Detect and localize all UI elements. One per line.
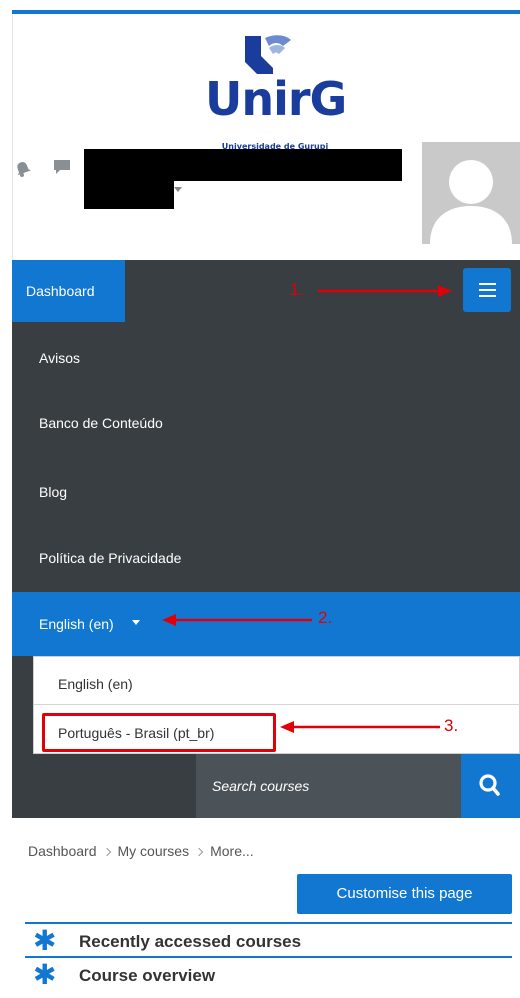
language-option-english[interactable]: English (en) bbox=[58, 674, 133, 694]
block-title-course-overview[interactable]: Course overview bbox=[79, 965, 215, 987]
breadcrumb-chevron-icon bbox=[102, 847, 111, 857]
menu-item-banco-de-conteudo[interactable]: Banco de Conteúdo bbox=[12, 413, 520, 475]
notification-bell-icon[interactable] bbox=[14, 160, 32, 178]
language-caret-icon[interactable] bbox=[132, 620, 140, 625]
left-divider bbox=[12, 14, 13, 260]
hamburger-menu-icon[interactable] bbox=[463, 268, 511, 312]
redacted-username bbox=[84, 149, 402, 181]
search-courses-input[interactable]: Search courses bbox=[196, 754, 461, 818]
asterisk-icon: ✱ bbox=[33, 925, 57, 956]
breadcrumb-my-courses[interactable]: My courses bbox=[118, 843, 190, 859]
annotation-step-1: 1. bbox=[290, 280, 305, 299]
breadcrumb-chevron-icon bbox=[194, 847, 204, 857]
logo-mark-icon bbox=[245, 35, 291, 74]
menu-item-blog[interactable]: Blog bbox=[12, 482, 520, 544]
messages-icon[interactable] bbox=[52, 158, 72, 176]
block-title-recent-courses[interactable]: Recently accessed courses bbox=[79, 931, 301, 953]
block-divider bbox=[25, 956, 512, 958]
nav-dashboard-link[interactable]: Dashboard bbox=[12, 260, 125, 322]
site-logo[interactable]: UnirG Universidade de Gurupi bbox=[205, 28, 347, 151]
user-avatar[interactable] bbox=[422, 142, 520, 244]
asterisk-icon: ✱ bbox=[33, 959, 57, 990]
search-button[interactable] bbox=[461, 754, 520, 818]
language-selector[interactable]: English (en) bbox=[39, 614, 114, 634]
annotation-highlight-box bbox=[42, 713, 276, 752]
user-menu-caret-icon[interactable] bbox=[174, 187, 182, 192]
breadcrumb-dashboard[interactable]: Dashboard bbox=[28, 843, 97, 859]
annotation-step-2: 2. bbox=[318, 608, 333, 627]
redacted-username-2 bbox=[84, 181, 174, 209]
annotation-step-3: 3. bbox=[444, 716, 459, 735]
customise-page-button[interactable]: Customise this page bbox=[297, 874, 512, 914]
block-divider bbox=[25, 922, 512, 924]
top-border bbox=[12, 10, 520, 14]
search-icon bbox=[479, 774, 500, 796]
breadcrumb: Dashboard My courses More... bbox=[28, 842, 254, 860]
breadcrumb-more[interactable]: More... bbox=[210, 843, 254, 859]
logo-wordmark: UnirG bbox=[205, 72, 347, 126]
menu-item-avisos[interactable]: Avisos bbox=[12, 348, 520, 410]
dropdown-divider bbox=[34, 704, 520, 705]
default-user-icon bbox=[430, 160, 512, 244]
